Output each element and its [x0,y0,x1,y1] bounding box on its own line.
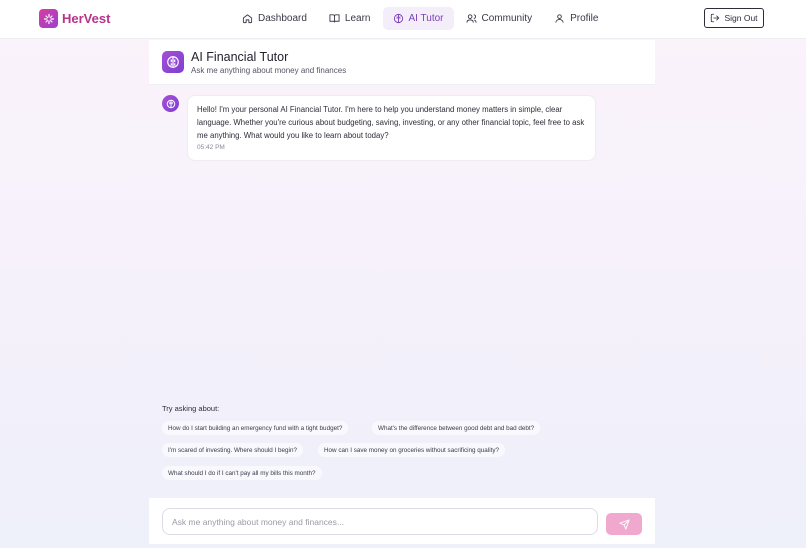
nav-item-ai-tutor[interactable]: AI Tutor [382,7,454,30]
message-text: Hello! I'm your personal AI Financial Tu… [197,105,585,140]
home-icon [242,14,253,24]
nav-label: Community [481,13,533,24]
send-icon [618,518,630,530]
bot-avatar [162,95,179,112]
suggestion-chip[interactable]: What should I do if I can't pay all my b… [162,466,322,480]
bot-message: Hello! I'm your personal AI Financial Tu… [187,95,596,161]
users-icon [465,14,477,23]
nav-item-profile[interactable]: Profile [544,7,608,30]
user-icon [555,14,564,23]
chat-header: AI Financial Tutor Ask me anything about… [149,40,655,85]
sparkle-icon [39,9,58,28]
nav-label: Profile [570,13,599,24]
main-nav: Dashboard Learn AI Tutor Community Profi… [232,7,610,30]
sign-out-label: Sign Out [724,13,758,23]
message-timestamp: 05:42 PM [197,144,225,151]
nav-label: Learn [344,13,371,24]
suggestion-chip[interactable]: How do I start building an emergency fun… [162,421,349,435]
page-title: AI Financial Tutor [191,50,289,64]
suggestion-chip[interactable]: What's the difference between good debt … [372,421,541,435]
nav-item-learn[interactable]: Learn [319,7,381,30]
brand-name: HerVest [62,11,111,26]
page-subtitle: Ask me anything about money and finances [191,66,347,75]
nav-item-dashboard[interactable]: Dashboard [232,7,317,30]
sign-out-button[interactable]: Sign Out [704,8,764,28]
composer-bar [149,498,655,544]
nav-label: Dashboard [258,13,307,24]
brain-icon [162,51,184,73]
suggestions-label: Try asking about: [162,404,220,413]
logout-icon [711,13,720,23]
suggestion-chip[interactable]: I'm scared of investing. Where should I … [162,443,303,457]
brain-icon [393,13,403,24]
nav-item-community[interactable]: Community [456,7,543,30]
brain-icon [166,99,175,108]
suggestion-chip[interactable]: How can I save money on groceries withou… [318,443,505,457]
nav-label: AI Tutor [408,13,444,24]
top-navbar: HerVest Dashboard Learn AI Tutor Communi… [0,0,806,39]
send-button[interactable] [606,513,642,535]
brand[interactable]: HerVest [39,9,110,28]
chat-input[interactable] [162,508,598,535]
book-icon [329,14,340,23]
